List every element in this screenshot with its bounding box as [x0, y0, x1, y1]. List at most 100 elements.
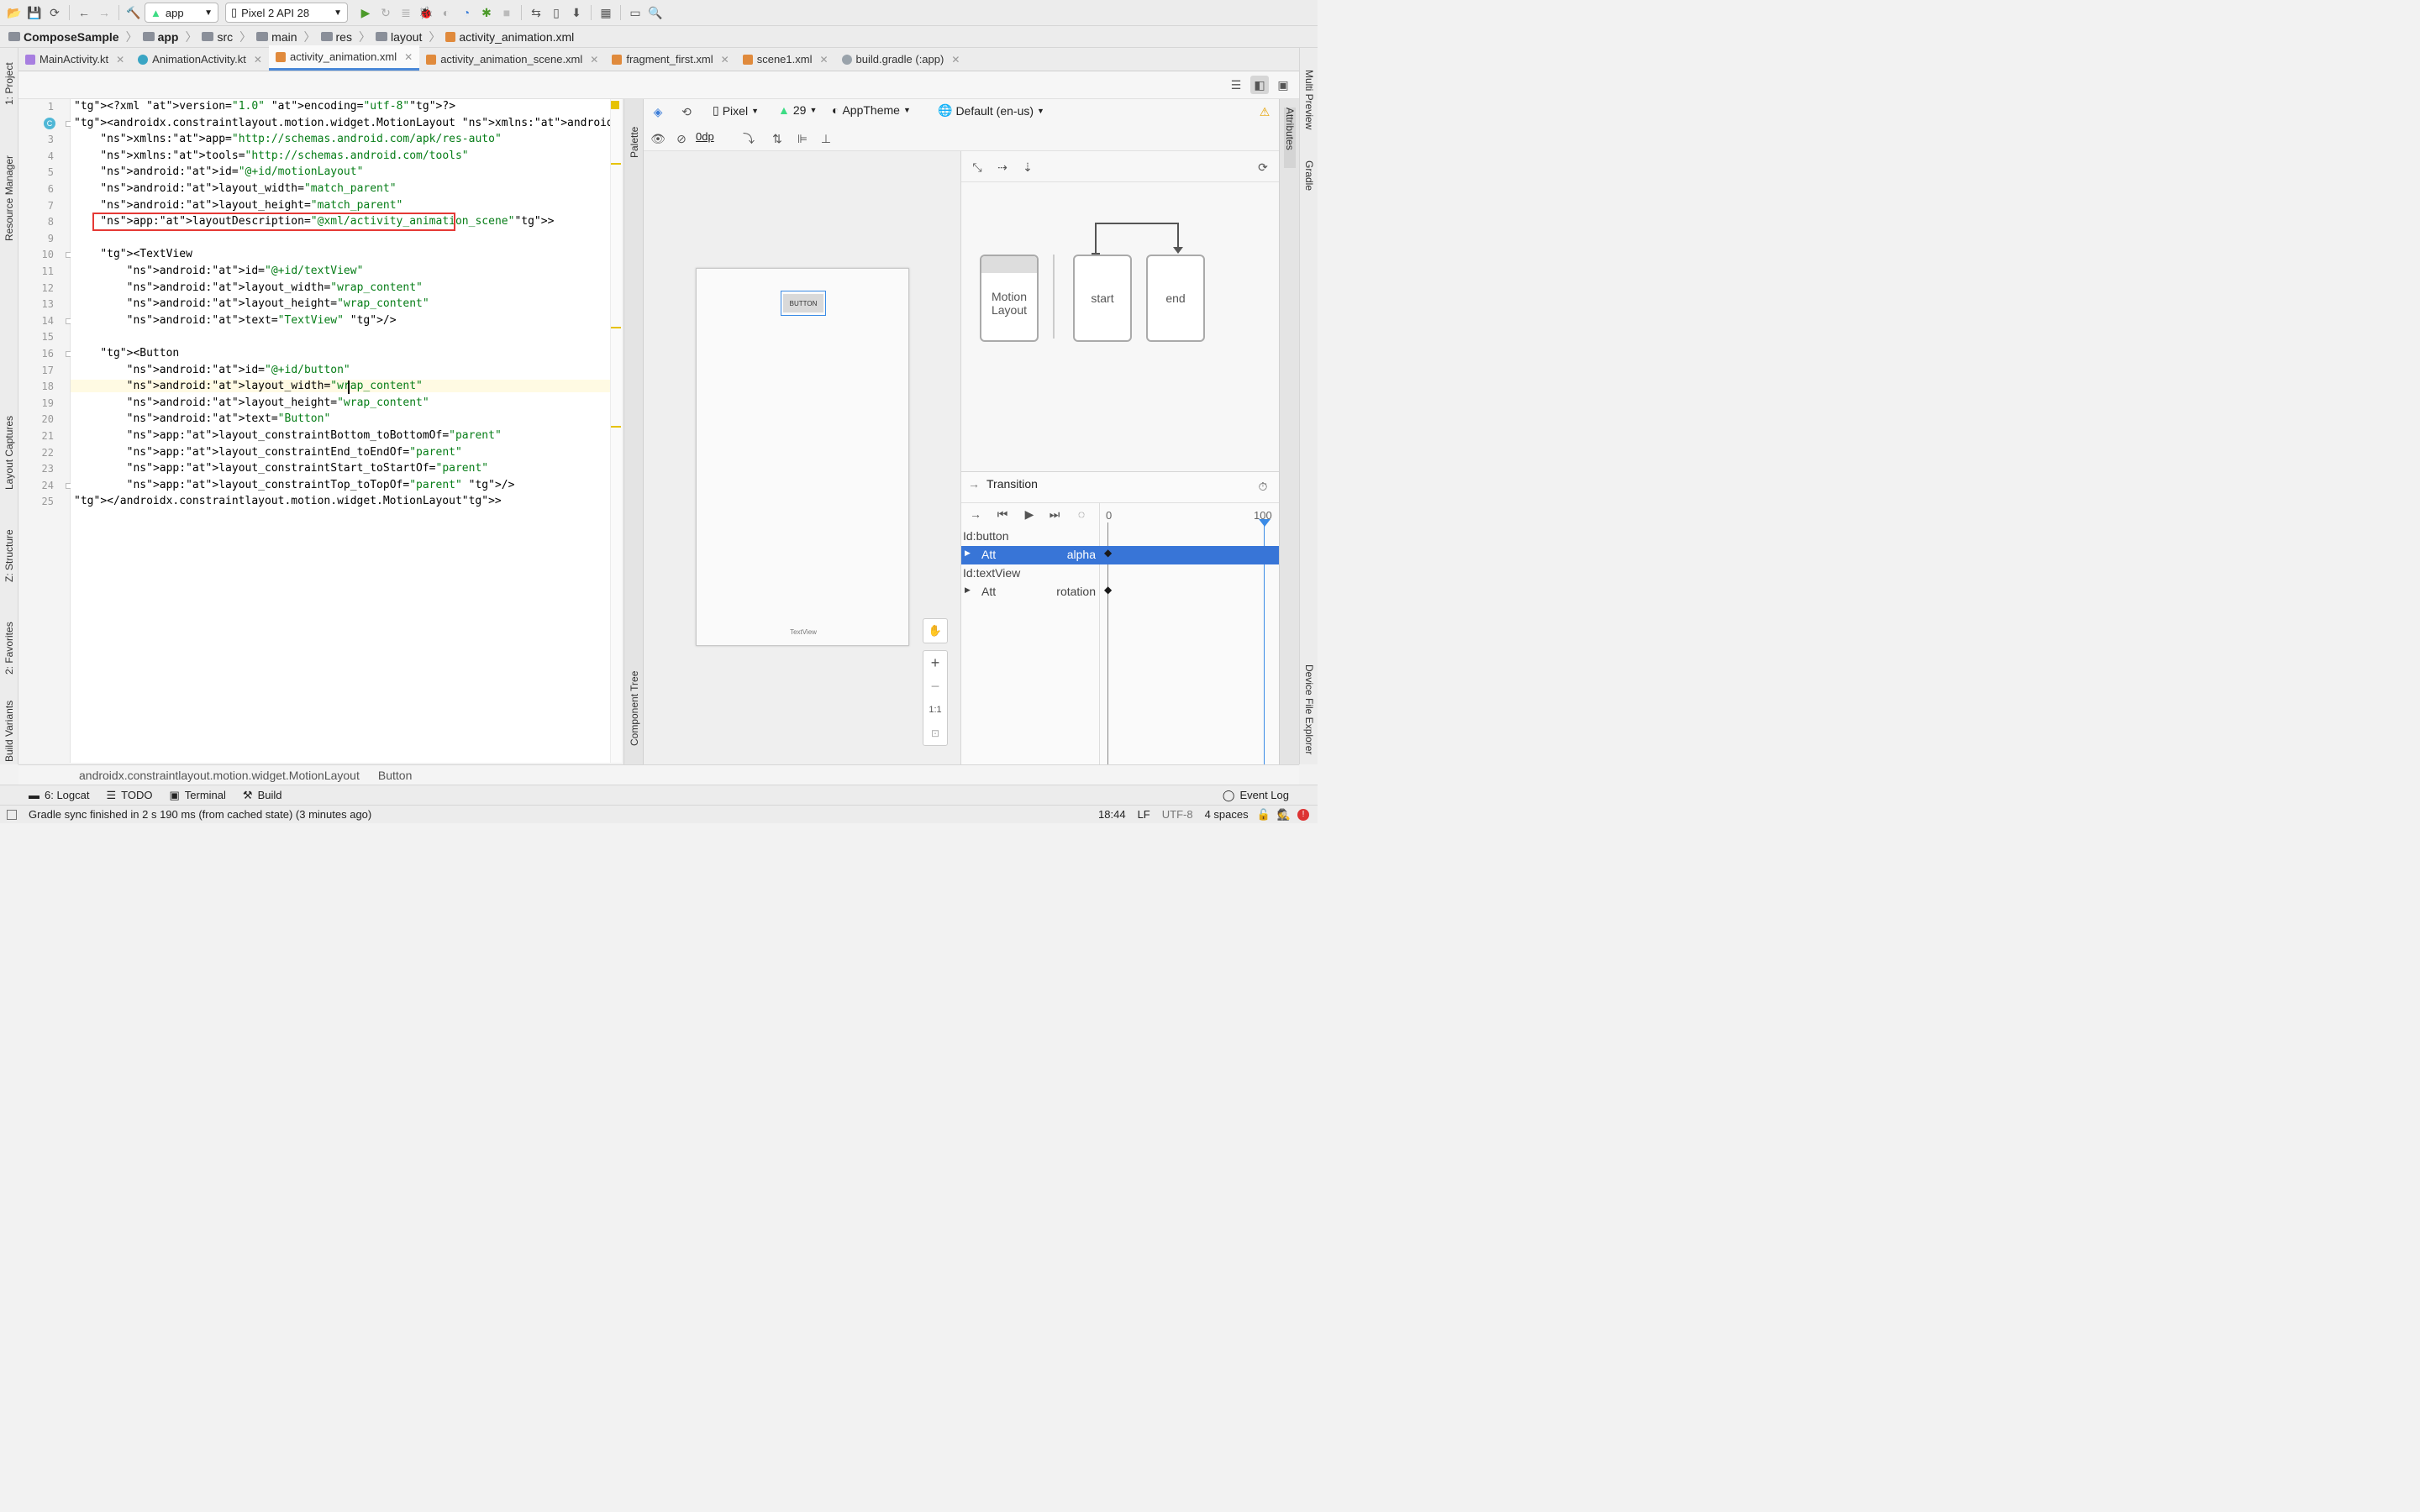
- preview-button[interactable]: BUTTON: [783, 294, 823, 312]
- close-icon[interactable]: ✕: [116, 54, 124, 66]
- skip-end-icon[interactable]: ⏭: [1045, 505, 1064, 523]
- keyframe-diamond-icon[interactable]: ◆: [1104, 584, 1112, 596]
- constraintset-end[interactable]: end: [1146, 255, 1205, 342]
- code-view-icon[interactable]: ☰: [1227, 76, 1245, 94]
- search-icon[interactable]: 🔍: [646, 3, 665, 22]
- gradle-tool-button[interactable]: Gradle: [1303, 160, 1315, 207]
- code-line[interactable]: "ns">android:"at">layout_height="match_p…: [74, 199, 402, 212]
- tab-scene1[interactable]: scene1.xml ✕: [736, 48, 835, 71]
- constraintset-start[interactable]: start: [1073, 255, 1132, 342]
- code-line[interactable]: "ns">android:"at">id="@+id/button": [74, 364, 350, 376]
- sync-icon[interactable]: ⟳: [45, 3, 64, 22]
- sync-gradle-icon[interactable]: ⇆: [527, 3, 545, 22]
- tab-mainactivity[interactable]: MainActivity.kt ✕: [18, 48, 131, 71]
- terminal-window-icon[interactable]: ▭: [626, 3, 644, 22]
- breadcrumb-item-main[interactable]: main 〉: [256, 29, 316, 45]
- code-line[interactable]: "tg"><?xml "at">version="1.0" "at">encod…: [74, 100, 455, 113]
- infer-constraints-icon[interactable]: ⇅: [768, 129, 786, 148]
- status-message[interactable]: Gradle sync finished in 2 s 190 ms (from…: [29, 808, 371, 821]
- orientation-icon[interactable]: ⟲: [677, 102, 696, 121]
- tab-terminal[interactable]: ▣ Terminal: [169, 789, 225, 802]
- api-picker[interactable]: ▲ 29 ▼: [778, 103, 817, 117]
- code-line[interactable]: "ns">android:"at">id="@+id/textView": [74, 265, 364, 277]
- build-hammer-icon[interactable]: 🔨: [124, 3, 143, 22]
- locale-picker[interactable]: 🌐 Default (en-us) ▼: [938, 103, 1044, 118]
- coverage-icon[interactable]: ◐: [437, 3, 455, 22]
- inspector-icon[interactable]: 🕵: [1277, 808, 1291, 822]
- warning-marker[interactable]: [611, 101, 619, 109]
- expand-arrow-icon[interactable]: ▶: [965, 549, 971, 558]
- play-icon[interactable]: ▶: [1020, 505, 1039, 523]
- warning-marker[interactable]: [611, 163, 621, 165]
- stop-icon[interactable]: ■: [497, 3, 516, 22]
- close-icon[interactable]: ✕: [404, 51, 413, 63]
- zoom-fit-icon[interactable]: ⊡: [923, 722, 947, 745]
- preview-button-selection[interactable]: BUTTON: [781, 291, 826, 316]
- structure-tool-button[interactable]: Z: Structure: [3, 512, 15, 582]
- eye-icon[interactable]: 👁: [649, 129, 667, 148]
- caret-position[interactable]: 18:44: [1098, 808, 1126, 821]
- code-line[interactable]: "ns">android:"at">layout_width="match_pa…: [74, 182, 396, 195]
- attributes-tool-button[interactable]: Attributes: [1284, 108, 1296, 168]
- align-icon[interactable]: ⊫: [793, 129, 812, 148]
- line-separator[interactable]: LF: [1138, 808, 1150, 821]
- breadcrumb-item-file[interactable]: activity_animation.xml: [445, 30, 574, 44]
- code-line[interactable]: "tg"><TextView: [74, 248, 192, 260]
- layout-captures-tool-button[interactable]: Layout Captures: [3, 397, 15, 490]
- create-transition-icon[interactable]: ⇢: [993, 158, 1012, 176]
- forward-icon[interactable]: →: [95, 3, 113, 22]
- add-keyframe-icon[interactable]: ⏱: [1254, 477, 1272, 496]
- code-line[interactable]: "ns">android:"at">layout_height="wrap_co…: [74, 297, 429, 310]
- tab-todo[interactable]: ☰ TODO: [107, 789, 153, 802]
- error-indicator-icon[interactable]: !: [1297, 808, 1309, 821]
- code-line[interactable]: "ns">app:"at">layout_constraintTop_toTop…: [74, 479, 515, 491]
- keyframe-diamond-icon[interactable]: ◆: [1104, 547, 1112, 559]
- track-row-alpha[interactable]: ▶ Att alpha ◆: [961, 546, 1279, 564]
- code-line[interactable]: "ns">android:"at">id="@+id/motionLayout": [74, 165, 363, 178]
- sdk-manager-icon[interactable]: ⬇: [567, 3, 586, 22]
- save-icon[interactable]: 💾: [25, 3, 44, 22]
- multi-preview-tool-button[interactable]: Multi Preview: [1303, 70, 1315, 137]
- indent-setting[interactable]: 4 spaces: [1205, 808, 1249, 821]
- split-view-icon[interactable]: ◧: [1250, 76, 1269, 94]
- breadcrumb-item-app[interactable]: app 〉: [142, 29, 197, 45]
- speed-icon[interactable]: ◌: [1072, 505, 1091, 523]
- code-line[interactable]: "ns">app:"at">layout_constraintStart_toS…: [74, 462, 489, 475]
- code-line[interactable]: "ns">android:"at">layout_width="wrap_con…: [74, 281, 423, 294]
- tab-build[interactable]: ⚒ Build: [243, 789, 282, 802]
- close-icon[interactable]: ✕: [951, 54, 960, 66]
- profile-icon[interactable]: ◔: [457, 3, 476, 22]
- run-config-select[interactable]: ▲ app ▼: [145, 3, 218, 23]
- transition-arrow[interactable]: [1087, 220, 1188, 257]
- close-icon[interactable]: ✕: [721, 54, 729, 66]
- tab-event-log[interactable]: ◯ Event Log: [1223, 789, 1289, 802]
- code-line[interactable]: "ns">android:"at">text="Button": [74, 412, 331, 425]
- code-line[interactable]: "ns">android:"at">text="TextView" "tg">/…: [74, 314, 397, 327]
- tab-animationactivity[interactable]: AnimationActivity.kt ✕: [131, 48, 269, 71]
- tab-logcat[interactable]: ▬ 6: Logcat: [29, 789, 90, 801]
- tab-activity-animation-scene[interactable]: activity_animation_scene.xml ✕: [419, 48, 605, 71]
- code-line[interactable]: "tg"></androidx.constraintlayout.motion.…: [74, 495, 502, 507]
- class-marker-icon[interactable]: C: [44, 117, 55, 129]
- open-folder-icon[interactable]: 📂: [5, 3, 24, 22]
- favorites-tool-button[interactable]: 2: Favorites: [3, 601, 15, 675]
- clear-constraints-icon[interactable]: ⤵: [739, 129, 758, 148]
- apply-code-changes-icon[interactable]: ≣: [397, 3, 415, 22]
- code-line[interactable]: "tg"><Button: [74, 347, 179, 360]
- theme-picker[interactable]: ◐ AppTheme ▼: [832, 103, 911, 117]
- device-select[interactable]: ▯ Pixel 2 API 28 ▼: [225, 3, 348, 23]
- pan-hand-button[interactable]: ✋: [923, 618, 948, 643]
- code-line[interactable]: "tg"><androidx.constraintlayout.motion.w…: [74, 117, 622, 129]
- create-constraintset-icon[interactable]: ⤡: [968, 158, 986, 176]
- playhead-marker[interactable]: [1259, 519, 1270, 527]
- warning-icon[interactable]: ⚠: [1255, 102, 1274, 121]
- tab-build-gradle[interactable]: build.gradle (:app) ✕: [835, 48, 967, 71]
- device-file-explorer-tool-button[interactable]: Device File Explorer: [1303, 664, 1315, 774]
- breadcrumb-item-res[interactable]: res 〉: [320, 29, 371, 45]
- breadcrumb-item-project[interactable]: ComposeSample 〉: [8, 29, 138, 45]
- code-line[interactable]: "ns">app:"at">layout_constraintEnd_toEnd…: [74, 446, 462, 459]
- code-line[interactable]: "ns">android:"at">layout_height="wrap_co…: [74, 396, 429, 409]
- palette-tool-button[interactable]: Palette: [629, 108, 640, 158]
- tab-fragment-first[interactable]: fragment_first.xml ✕: [605, 48, 735, 71]
- breadcrumb-item-src[interactable]: src 〉: [202, 29, 251, 45]
